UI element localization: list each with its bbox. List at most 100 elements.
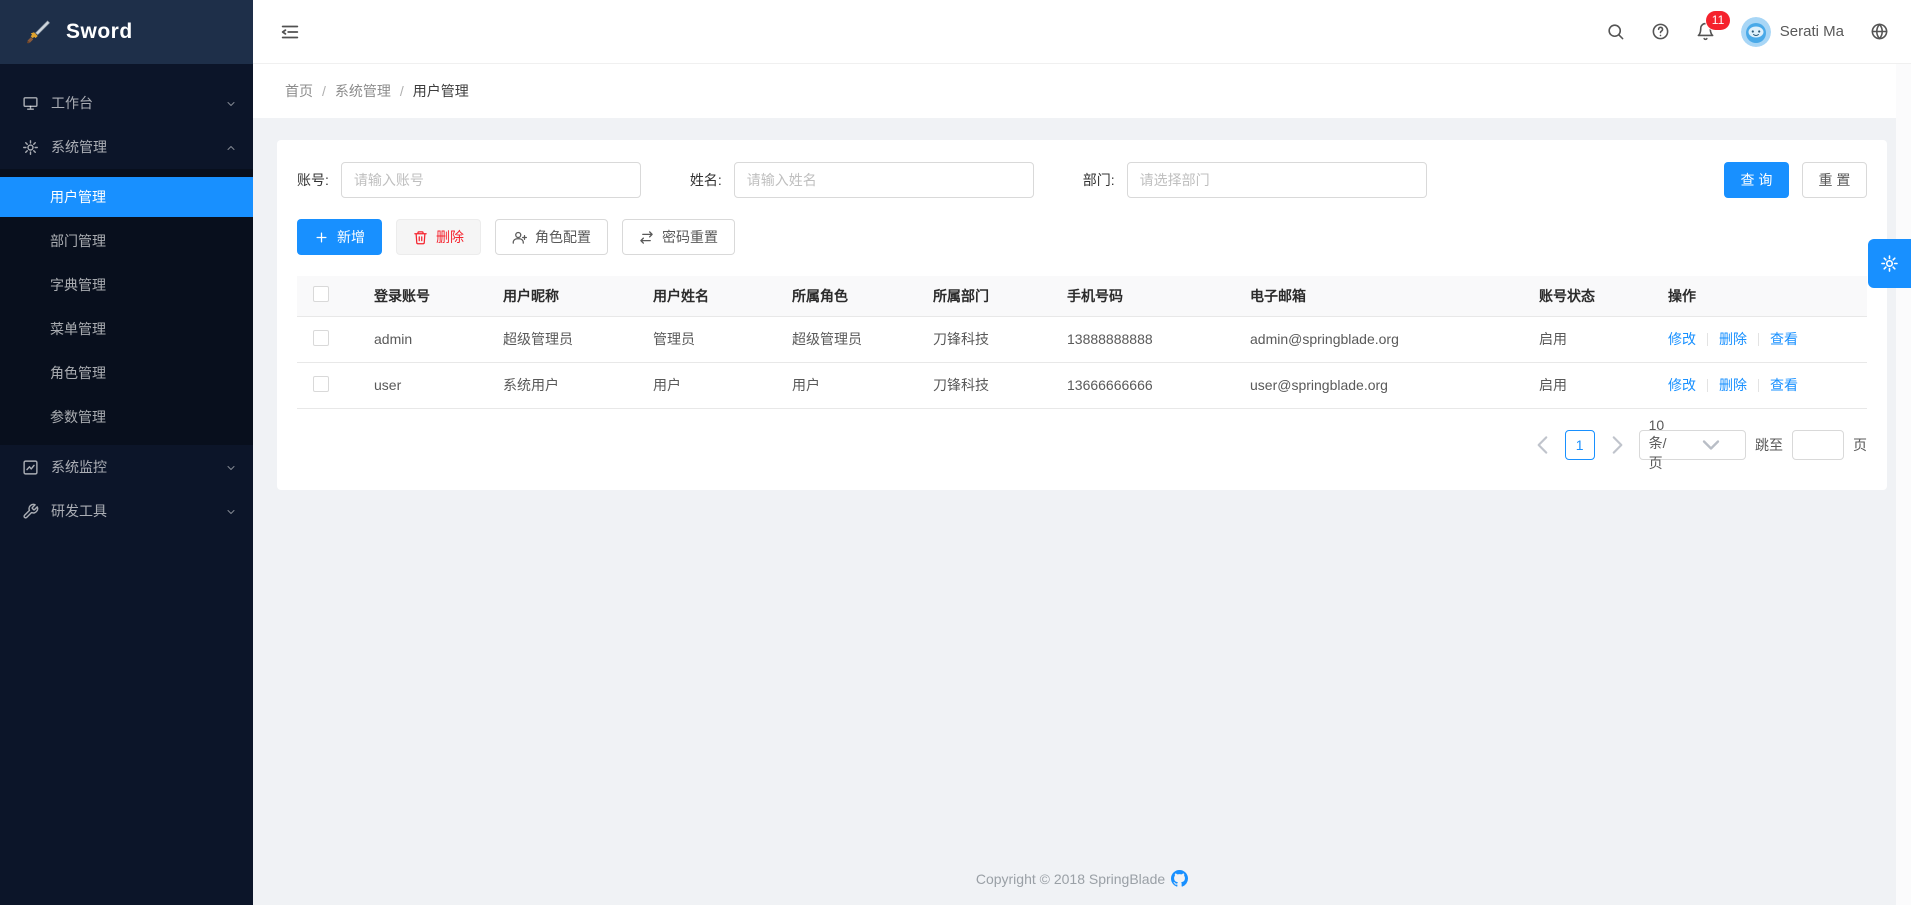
account-field-group: 账号: xyxy=(297,162,641,198)
sidebar-item-dev-tools[interactable]: 研发工具 xyxy=(0,489,253,533)
sidebar-item-system-monitor[interactable]: 系统监控 xyxy=(0,445,253,489)
name-input[interactable] xyxy=(734,162,1034,198)
edit-link[interactable]: 修改 xyxy=(1668,331,1696,347)
user-table: 登录账号 用户昵称 用户姓名 所属角色 所属部门 手机号码 电子邮箱 账号状态 … xyxy=(297,276,1867,409)
col-user-name: 用户姓名 xyxy=(637,276,776,316)
delete-link[interactable]: 删除 xyxy=(1719,377,1747,393)
sidebar-item-user-manage[interactable]: 用户管理 xyxy=(0,177,253,217)
cell-dept: 刀锋科技 xyxy=(917,362,1051,408)
user-plus-icon xyxy=(512,230,527,245)
col-phone: 手机号码 xyxy=(1051,276,1234,316)
cell-email: user@springblade.org xyxy=(1234,362,1523,408)
reset-button[interactable]: 重 置 xyxy=(1802,162,1867,198)
row-checkbox[interactable] xyxy=(313,330,329,346)
copyright-text: Copyright © 2018 SpringBlade xyxy=(976,871,1165,887)
globe-icon[interactable] xyxy=(1870,22,1889,41)
cell-operations: 修改 删除 查看 xyxy=(1652,362,1867,408)
page-size-select[interactable]: 10 条/页 xyxy=(1639,430,1746,460)
sidebar-item-dict-manage[interactable]: 字典管理 xyxy=(0,265,253,305)
dept-field-group: 部门: xyxy=(1083,162,1427,198)
view-link[interactable]: 查看 xyxy=(1770,377,1798,393)
sidebar-item-workbench[interactable]: 工作台 xyxy=(0,81,253,125)
app-title: Sword xyxy=(66,20,133,44)
github-icon[interactable] xyxy=(1171,870,1188,887)
col-status: 账号状态 xyxy=(1523,276,1652,316)
col-role: 所属角色 xyxy=(776,276,917,316)
breadcrumb-separator: / xyxy=(322,83,326,99)
col-login-account: 登录账号 xyxy=(358,276,487,316)
role-config-button[interactable]: 角色配置 xyxy=(495,219,608,255)
sidebar-item-label: 工作台 xyxy=(51,93,93,113)
cell-nickname: 超级管理员 xyxy=(487,316,637,362)
sword-icon xyxy=(24,18,52,46)
sidebar-item-menu-manage[interactable]: 菜单管理 xyxy=(0,309,253,349)
delete-button[interactable]: 删除 xyxy=(396,219,481,255)
col-operations: 操作 xyxy=(1652,276,1867,316)
name-label: 姓名: xyxy=(690,170,722,190)
breadcrumb-current: 用户管理 xyxy=(413,81,469,101)
scrollbar-track[interactable] xyxy=(1896,64,1911,905)
search-form: 账号: 姓名: 部门: 查 询 重 置 xyxy=(297,162,1867,198)
sidebar-item-label: 研发工具 xyxy=(51,501,107,521)
cell-dept: 刀锋科技 xyxy=(917,316,1051,362)
app-logo[interactable]: Sword xyxy=(0,0,253,64)
delete-link[interactable]: 删除 xyxy=(1719,331,1747,347)
breadcrumb-system-manage[interactable]: 系统管理 xyxy=(335,81,391,101)
help-icon[interactable] xyxy=(1651,22,1670,41)
page-number-current[interactable]: 1 xyxy=(1565,430,1595,460)
dept-label: 部门: xyxy=(1083,170,1115,190)
app-root: Sword 工作台 系统管理 xyxy=(0,0,1911,905)
cell-name: 用户 xyxy=(637,362,776,408)
sidebar-item-label: 系统监控 xyxy=(51,457,107,477)
jump-page-input[interactable] xyxy=(1792,430,1844,460)
password-reset-button[interactable]: 密码重置 xyxy=(622,219,735,255)
gear-icon xyxy=(1880,254,1899,273)
search-button[interactable]: 查 询 xyxy=(1724,162,1789,198)
col-email: 电子邮箱 xyxy=(1234,276,1523,316)
sidebar-item-param-manage[interactable]: 参数管理 xyxy=(0,397,253,437)
add-button[interactable]: 新增 xyxy=(297,219,382,255)
cell-email: admin@springblade.org xyxy=(1234,316,1523,362)
breadcrumb-separator: / xyxy=(400,83,404,99)
table-header-row: 登录账号 用户昵称 用户姓名 所属角色 所属部门 手机号码 电子邮箱 账号状态 … xyxy=(297,276,1867,316)
swap-icon xyxy=(639,230,654,245)
sidebar-item-dept-manage[interactable]: 部门管理 xyxy=(0,221,253,261)
jump-label: 跳至 xyxy=(1755,435,1783,455)
menu-fold-icon[interactable] xyxy=(279,21,301,43)
sidebar-item-role-manage[interactable]: 角色管理 xyxy=(0,353,253,393)
next-page-icon[interactable] xyxy=(1604,431,1630,459)
cell-nickname: 系统用户 xyxy=(487,362,637,408)
plus-icon xyxy=(314,230,329,245)
account-label: 账号: xyxy=(297,170,329,190)
cell-account: user xyxy=(358,362,487,408)
select-all-checkbox[interactable] xyxy=(313,286,329,302)
account-input[interactable] xyxy=(341,162,641,198)
cell-status: 启用 xyxy=(1523,316,1652,362)
top-header: 11 Serati Ma xyxy=(253,0,1911,64)
system-manage-submenu: 用户管理 部门管理 字典管理 菜单管理 角色管理 参数管理 xyxy=(0,169,253,445)
cell-role: 超级管理员 xyxy=(776,316,917,362)
chevron-down-icon xyxy=(225,97,237,109)
wrench-icon xyxy=(22,503,39,520)
prev-page-icon[interactable] xyxy=(1530,431,1556,459)
page-size-value: 10 条/页 xyxy=(1649,417,1678,473)
search-icon[interactable] xyxy=(1606,22,1625,41)
view-link[interactable]: 查看 xyxy=(1770,331,1798,347)
sidebar-item-label: 系统管理 xyxy=(51,137,107,157)
page-label: 页 xyxy=(1853,435,1867,455)
dept-select[interactable] xyxy=(1127,162,1427,198)
edit-link[interactable]: 修改 xyxy=(1668,377,1696,393)
cell-name: 管理员 xyxy=(637,316,776,362)
user-menu[interactable]: Serati Ma xyxy=(1741,17,1844,47)
sidebar: Sword 工作台 系统管理 xyxy=(0,0,253,905)
sidebar-menu: 工作台 系统管理 用户管理 部门管理 字典管理 菜单管理 角色管理 xyxy=(0,64,253,533)
notifications-button[interactable]: 11 xyxy=(1696,22,1715,41)
sidebar-item-system-manage[interactable]: 系统管理 xyxy=(0,125,253,169)
theme-settings-button[interactable] xyxy=(1868,239,1911,288)
cell-phone: 13888888888 xyxy=(1051,316,1234,362)
row-checkbox[interactable] xyxy=(313,376,329,392)
cell-phone: 13666666666 xyxy=(1051,362,1234,408)
table-toolbar: 新增 删除 角色配置 密码重置 xyxy=(297,219,1867,255)
breadcrumb-home[interactable]: 首页 xyxy=(285,81,313,101)
pagination: 1 10 条/页 跳至 页 xyxy=(297,430,1867,460)
